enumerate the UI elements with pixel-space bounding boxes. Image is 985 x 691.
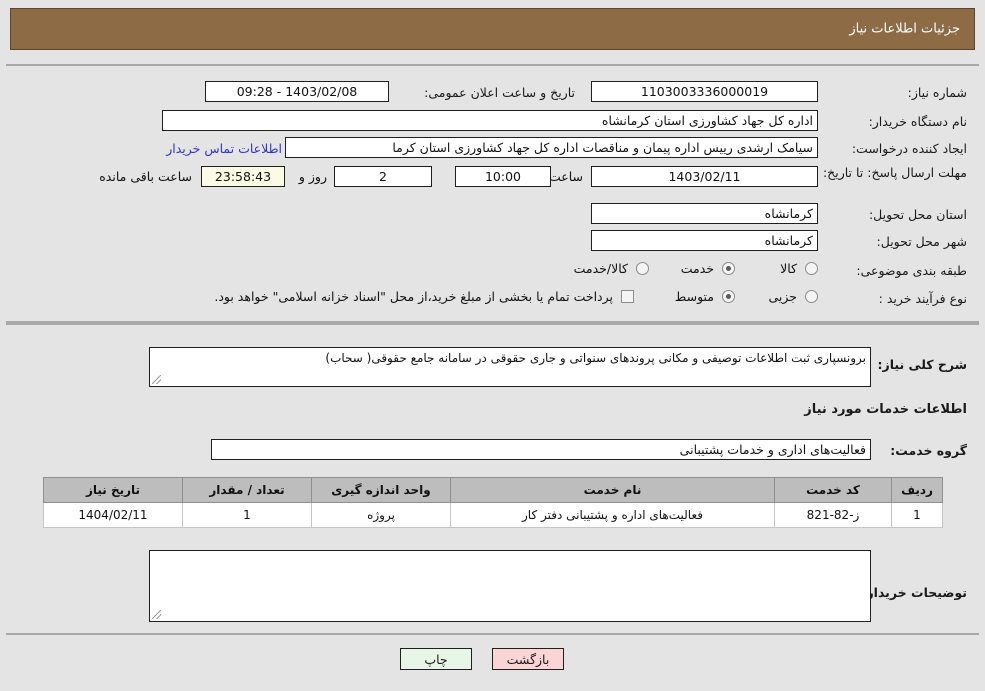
table-header-name: نام خدمت — [450, 477, 775, 503]
deadline-countdown-label: ساعت باقی مانده — [99, 169, 192, 184]
cell-name: فعالیت‌های اداره و پشتیبانی دفتر کار — [450, 502, 775, 528]
category-label: طبقه بندی موضوعی: — [856, 263, 967, 278]
service-group-label: گروه خدمت: — [890, 443, 967, 458]
deadline-time-value: 10:00 — [455, 166, 551, 187]
need-details-page: AriaTender.net جزئیات اطلاعات نیاز شماره… — [0, 0, 985, 691]
page-header: جزئیات اطلاعات نیاز — [10, 8, 975, 50]
creator-value: سیامک ارشدی رییس اداره پیمان و مناقصات ا… — [285, 137, 818, 158]
category-option-label-khedmat: خدمت — [680, 261, 714, 276]
table-header-row: ردیف کد خدمت نام خدمت واحد اندازه گیری ت… — [43, 477, 943, 503]
table-header-date: تاریخ نیاز — [43, 477, 183, 503]
delivery-province-label: استان محل تحویل: — [868, 207, 967, 222]
category-radio-kala-khedmat[interactable] — [636, 262, 649, 275]
buyer-notes-label: توضیحات خریدار: — [861, 585, 967, 600]
treasury-bond-checkbox[interactable] — [621, 290, 634, 303]
table-header-code: کد خدمت — [774, 477, 892, 503]
buyer-org-label: نام دستگاه خریدار: — [868, 114, 967, 129]
buyer-contact-link[interactable]: اطلاعات تماس خریدار — [166, 140, 282, 157]
announce-datetime-value: 1403/02/08 - 09:28 — [205, 81, 389, 102]
general-description-value: برونسپاری ثبت اطلاعات توصیفی و مکانی پرو… — [149, 347, 871, 387]
cell-date: 1404/02/11 — [43, 502, 183, 528]
category-option-label-kala-khedmat: کالا/خدمت — [573, 261, 628, 276]
category-radio-kala[interactable] — [805, 262, 818, 275]
purchase-type-label-jozi: جزیی — [768, 289, 797, 304]
services-panel: شرح کلی نیاز: برونسپاری ثبت اطلاعات توصی… — [6, 323, 979, 635]
delivery-province-value: کرمانشاه — [591, 203, 818, 224]
announce-datetime-label: تاریخ و ساعت اعلان عمومی: — [424, 85, 575, 100]
need-number-value: 1103003336000019 — [591, 81, 818, 102]
treasury-bond-checkbox-label: پرداخت تمام یا بخشی از مبلغ خرید،از محل … — [214, 289, 613, 304]
delivery-city-value: کرمانشاه — [591, 230, 818, 251]
purchase-type-radio-motavaset[interactable] — [722, 290, 735, 303]
deadline-days-value: 2 — [334, 166, 432, 187]
back-button[interactable]: بازگشت — [492, 648, 564, 670]
purchase-type-radio-jozi[interactable] — [805, 290, 818, 303]
deadline-date-value: 1403/02/11 — [591, 166, 818, 187]
table-header-quantity: تعداد / مقدار — [182, 477, 312, 503]
cell-radif: 1 — [891, 502, 943, 528]
deadline-time-label: ساعت — [548, 169, 583, 184]
table-header-unit: واحد اندازه گیری — [311, 477, 451, 503]
services-heading: اطلاعات خدمات مورد نیاز — [804, 402, 967, 417]
purchase-type-label-motavaset: متوسط — [674, 289, 714, 304]
deadline-label: مهلت ارسال پاسخ: تا تاریخ: — [822, 165, 967, 180]
buyer-org-value: اداره کل جهاد کشاورزی استان کرمانشاه — [162, 110, 818, 131]
category-option-label-kala: کالا — [780, 261, 797, 276]
general-description-label: شرح کلی نیاز: — [877, 357, 967, 372]
deadline-days-label: روز و — [298, 169, 327, 184]
deadline-countdown-value: 23:58:43 — [201, 166, 285, 187]
page-title: جزئیات اطلاعات نیاز — [849, 21, 960, 37]
purchase-type-label: نوع فرآیند خرید : — [878, 291, 967, 306]
creator-label: ایجاد کننده درخواست: — [851, 141, 967, 156]
cell-quantity: 1 — [182, 502, 312, 528]
category-radio-khedmat[interactable] — [722, 262, 735, 275]
top-info-panel: شماره نیاز: 1103003336000019 تاریخ و ساع… — [6, 64, 979, 323]
print-button[interactable]: چاپ — [400, 648, 472, 670]
delivery-city-label: شهر محل تحویل: — [876, 234, 967, 249]
table-header-radif: ردیف — [891, 477, 943, 503]
services-table: ردیف کد خدمت نام خدمت واحد اندازه گیری ت… — [43, 477, 943, 528]
table-row: 1 ز-82-821 فعالیت‌های اداره و پشتیبانی د… — [43, 502, 943, 528]
buyer-notes-textarea[interactable] — [149, 550, 871, 622]
cell-unit: پروژه — [311, 502, 451, 528]
need-number-label: شماره نیاز: — [907, 85, 967, 100]
service-group-value: فعالیت‌های اداری و خدمات پشتیبانی — [211, 439, 871, 460]
cell-code: ز-82-821 — [774, 502, 892, 528]
